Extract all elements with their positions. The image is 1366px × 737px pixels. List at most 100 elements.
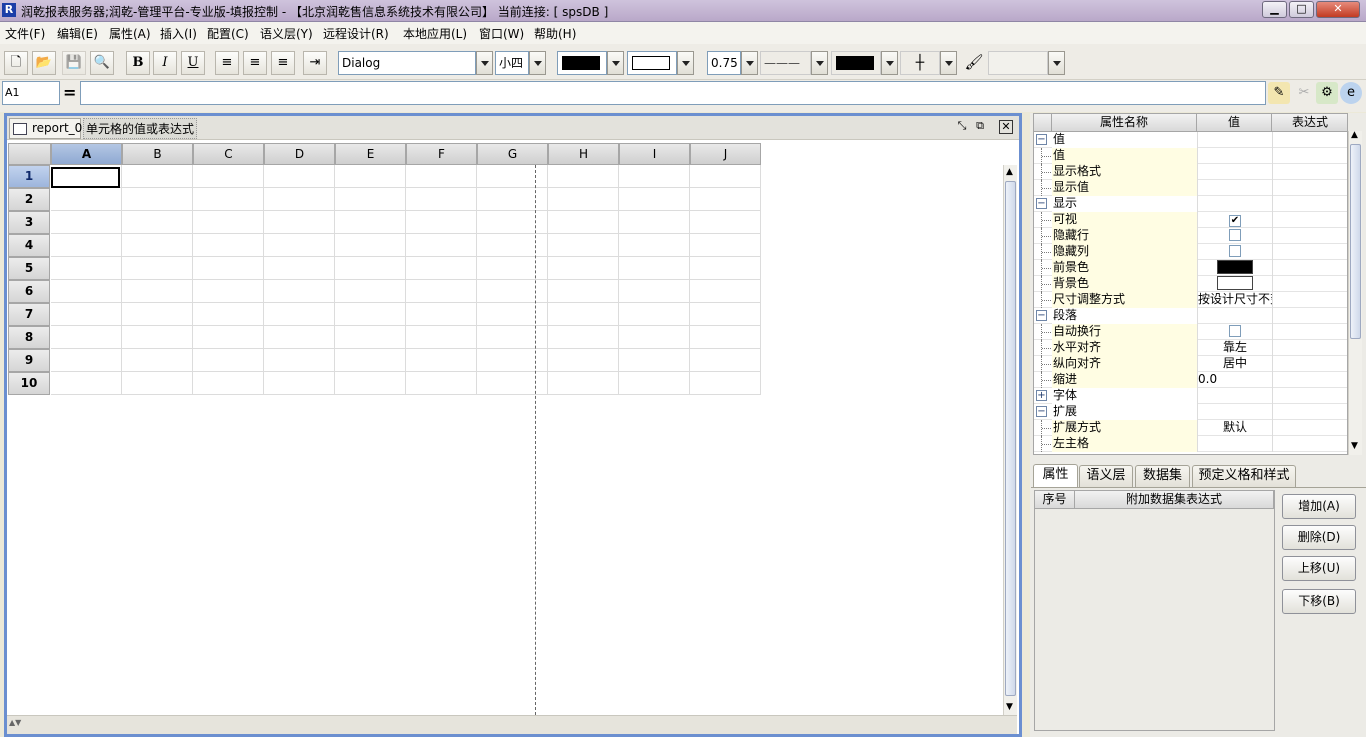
checkbox[interactable] bbox=[1229, 245, 1241, 257]
grid-cell[interactable] bbox=[51, 372, 122, 395]
tab-semantic[interactable]: 语义层 bbox=[1079, 465, 1133, 487]
fore-color-select[interactable] bbox=[557, 51, 607, 75]
column-header[interactable]: G bbox=[477, 143, 548, 165]
dataset-header-index[interactable]: 序号 bbox=[1035, 491, 1075, 509]
property-expression[interactable] bbox=[1272, 420, 1347, 436]
font-name-select[interactable]: Dialog bbox=[338, 51, 476, 75]
grid-cell[interactable] bbox=[122, 280, 193, 303]
property-row[interactable]: 显示值 bbox=[1034, 180, 1347, 196]
cell-reference-field[interactable]: A1 bbox=[2, 81, 60, 105]
new-file-icon[interactable]: 🗋 bbox=[4, 51, 28, 75]
grid-cell[interactable] bbox=[548, 349, 619, 372]
property-value[interactable] bbox=[1197, 164, 1272, 180]
checkbox[interactable] bbox=[1229, 229, 1241, 241]
expand-icon[interactable]: + bbox=[1036, 390, 1047, 401]
property-expression[interactable] bbox=[1272, 228, 1347, 244]
grid-cell[interactable] bbox=[193, 165, 264, 188]
column-header[interactable]: J bbox=[690, 143, 761, 165]
grid-cell[interactable] bbox=[406, 211, 477, 234]
grid-cell[interactable] bbox=[51, 211, 122, 234]
grid-cell[interactable] bbox=[548, 165, 619, 188]
property-category-row[interactable]: − 段落 bbox=[1034, 308, 1347, 324]
doc-close-icon[interactable]: ✕ bbox=[999, 120, 1013, 134]
grid-cell[interactable] bbox=[548, 188, 619, 211]
column-header[interactable]: E bbox=[335, 143, 406, 165]
property-category-row[interactable]: + 字体 bbox=[1034, 388, 1347, 404]
grid-cell[interactable] bbox=[477, 165, 548, 188]
align-left-icon[interactable]: ≡ bbox=[215, 51, 239, 75]
grid-cell[interactable] bbox=[335, 280, 406, 303]
grid-cell[interactable] bbox=[193, 303, 264, 326]
property-row[interactable]: 隐藏行 bbox=[1034, 228, 1347, 244]
grid-cell[interactable] bbox=[690, 257, 761, 280]
grid-cell[interactable] bbox=[619, 349, 690, 372]
property-row[interactable]: 可视 ✔ bbox=[1034, 212, 1347, 228]
grid-cell[interactable] bbox=[193, 326, 264, 349]
property-value[interactable] bbox=[1197, 244, 1272, 260]
add-button[interactable]: 增加(A) bbox=[1282, 494, 1356, 519]
property-value[interactable]: ✔ bbox=[1197, 212, 1272, 228]
property-expression[interactable] bbox=[1272, 292, 1347, 308]
grid-cell[interactable] bbox=[690, 234, 761, 257]
grid-cell[interactable] bbox=[477, 280, 548, 303]
border-style-dropdown-icon[interactable] bbox=[940, 51, 957, 75]
row-header[interactable]: 1 bbox=[8, 165, 50, 188]
grid-cell[interactable] bbox=[193, 211, 264, 234]
grid-cell[interactable] bbox=[477, 257, 548, 280]
close-button[interactable]: ✕ bbox=[1316, 1, 1360, 18]
collapse-icon[interactable]: − bbox=[1036, 198, 1047, 209]
move-down-button[interactable]: 下移(B) bbox=[1282, 589, 1356, 614]
cut-icon[interactable]: ✂ bbox=[1293, 82, 1315, 104]
grid-cell[interactable] bbox=[690, 165, 761, 188]
grid-cell[interactable] bbox=[406, 257, 477, 280]
grid-cell[interactable] bbox=[406, 188, 477, 211]
grid-cell[interactable] bbox=[477, 326, 548, 349]
grid-cell[interactable] bbox=[335, 234, 406, 257]
menu-semantic[interactable]: 语义层(Y) bbox=[260, 25, 313, 42]
column-header[interactable]: H bbox=[548, 143, 619, 165]
color-swatch[interactable] bbox=[1217, 260, 1253, 274]
grid-cell[interactable] bbox=[690, 326, 761, 349]
grid-cell[interactable] bbox=[193, 349, 264, 372]
dataset-header-expr[interactable]: 附加数据集表达式 bbox=[1075, 491, 1274, 509]
property-row[interactable]: 水平对齐 靠左 bbox=[1034, 340, 1347, 356]
prop-header-value[interactable]: 值 bbox=[1197, 114, 1272, 132]
property-row[interactable]: 前景色 bbox=[1034, 260, 1347, 276]
row-header[interactable]: 10 bbox=[8, 372, 50, 395]
border-color-dropdown-icon[interactable] bbox=[881, 51, 898, 75]
column-header[interactable]: I bbox=[619, 143, 690, 165]
underline-button[interactable]: U bbox=[181, 51, 205, 75]
property-value[interactable] bbox=[1197, 196, 1272, 212]
property-row[interactable]: 左主格 bbox=[1034, 436, 1347, 452]
border-color-select[interactable] bbox=[831, 51, 881, 75]
grid-cell[interactable] bbox=[477, 349, 548, 372]
menu-remote-design[interactable]: 远程设计(R) bbox=[323, 25, 389, 42]
column-header[interactable]: A bbox=[51, 143, 122, 165]
grid-cell[interactable] bbox=[264, 257, 335, 280]
grid-cell[interactable] bbox=[122, 211, 193, 234]
grid-cell[interactable] bbox=[51, 349, 122, 372]
extra-dataset-table[interactable]: 序号 附加数据集表达式 bbox=[1034, 490, 1275, 731]
color-swatch[interactable] bbox=[1217, 276, 1253, 290]
grid-cell[interactable] bbox=[264, 188, 335, 211]
grid-cell[interactable] bbox=[264, 372, 335, 395]
selected-cell-a1[interactable] bbox=[51, 167, 120, 188]
property-value[interactable] bbox=[1197, 228, 1272, 244]
grid-corner[interactable] bbox=[8, 143, 51, 165]
property-table[interactable]: 属性名称 值 表达式 − 值值显示格式 显示值 − 显示 可视 ✔ 隐藏行 隐藏列 前景色 背景色尺… bbox=[1033, 113, 1348, 455]
prop-scroll-down-icon[interactable]: ▼ bbox=[1351, 441, 1358, 451]
border-style-select[interactable]: ┼ bbox=[900, 51, 940, 75]
grid-cell[interactable] bbox=[548, 257, 619, 280]
grid-cell[interactable] bbox=[477, 372, 548, 395]
open-folder-icon[interactable]: 📂 bbox=[32, 51, 56, 75]
grid-cell[interactable] bbox=[335, 165, 406, 188]
grid-cell[interactable] bbox=[548, 280, 619, 303]
collapse-icon[interactable]: − bbox=[1036, 134, 1047, 145]
grid-cell[interactable] bbox=[51, 326, 122, 349]
back-color-select[interactable] bbox=[627, 51, 677, 75]
property-expression[interactable] bbox=[1272, 276, 1347, 292]
grid-cell[interactable] bbox=[335, 303, 406, 326]
align-center-icon[interactable]: ≡ bbox=[243, 51, 267, 75]
property-value[interactable]: 居中 bbox=[1197, 356, 1272, 372]
prop-header-expr[interactable]: 表达式 bbox=[1272, 114, 1347, 132]
